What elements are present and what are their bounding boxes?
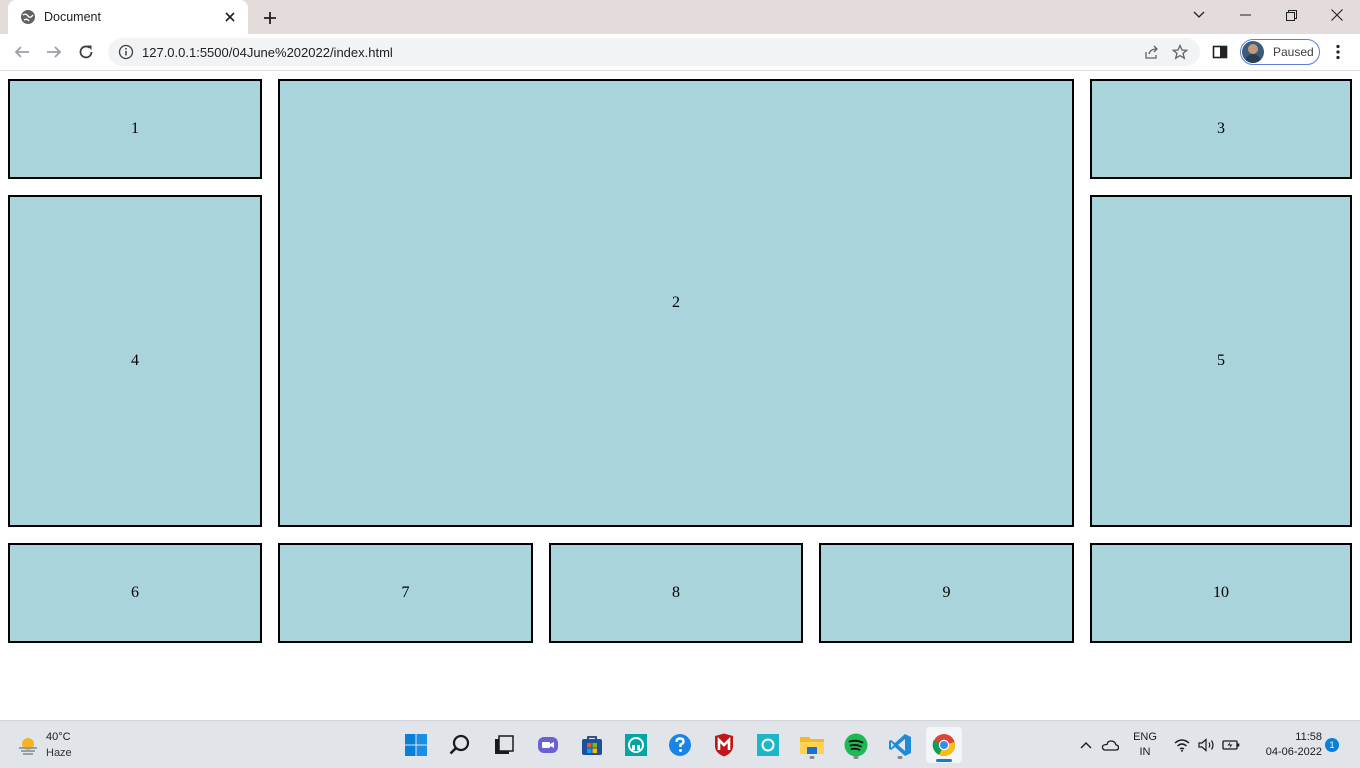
browser-toolbar: 127.0.0.1:5500/04June%202022/index.html … bbox=[0, 34, 1360, 71]
grid-box-6: 6 bbox=[8, 543, 262, 643]
globe-icon bbox=[21, 10, 35, 24]
restore-icon[interactable] bbox=[1268, 0, 1314, 30]
side-panel-icon[interactable] bbox=[1206, 38, 1234, 66]
grid-box-3: 3 bbox=[1090, 79, 1352, 179]
haze-sun-icon bbox=[19, 738, 37, 755]
taskbar: 40°C Haze ENG IN 11:58 04-06-2022 1 bbox=[0, 720, 1360, 768]
url-text: 127.0.0.1:5500/04June%202022/index.html bbox=[142, 44, 393, 60]
more-menu-icon[interactable] bbox=[1324, 38, 1352, 66]
clock[interactable]: 11:58 04-06-2022 bbox=[1250, 730, 1322, 760]
region-code: IN bbox=[1139, 746, 1151, 758]
weather-temperature: 40°C bbox=[46, 731, 71, 743]
tab-search-chevron-down-icon[interactable] bbox=[1176, 0, 1222, 30]
active-indicator bbox=[936, 759, 952, 762]
volume-icon[interactable] bbox=[1196, 729, 1218, 761]
chevron-up-icon[interactable] bbox=[1076, 729, 1096, 761]
grid-box-10: 10 bbox=[1090, 543, 1352, 643]
profile-button[interactable]: Paused bbox=[1240, 39, 1320, 65]
running-indicator bbox=[809, 756, 815, 759]
grid-box-4: 4 bbox=[8, 195, 262, 527]
back-arrow-icon[interactable] bbox=[8, 38, 36, 66]
windows-start-icon[interactable] bbox=[400, 729, 432, 761]
clock-date: 04-06-2022 bbox=[1265, 746, 1322, 758]
language-indicator[interactable]: ENG IN bbox=[1128, 730, 1162, 760]
running-indicator bbox=[897, 756, 903, 759]
weather-condition: Haze bbox=[46, 747, 72, 759]
vscode-icon[interactable] bbox=[884, 729, 916, 761]
teams-chat-icon[interactable] bbox=[532, 729, 564, 761]
weather-widget[interactable]: 40°C Haze bbox=[16, 729, 72, 761]
grid-box-5: 5 bbox=[1090, 195, 1352, 527]
running-indicator bbox=[853, 756, 859, 759]
close-window-icon[interactable] bbox=[1314, 0, 1360, 30]
reload-icon[interactable] bbox=[72, 38, 100, 66]
new-tab-icon[interactable] bbox=[258, 6, 282, 30]
clock-time: 11:58 bbox=[1295, 731, 1322, 743]
file-explorer-icon[interactable] bbox=[796, 729, 828, 761]
search-icon[interactable] bbox=[444, 729, 476, 761]
grid-box-9: 9 bbox=[819, 543, 1074, 643]
chrome-icon[interactable] bbox=[926, 727, 962, 763]
grid-box-8: 8 bbox=[549, 543, 803, 643]
notification-badge[interactable]: 1 bbox=[1325, 738, 1339, 752]
address-bar[interactable]: 127.0.0.1:5500/04June%202022/index.html bbox=[108, 38, 1200, 66]
grid-box-7: 7 bbox=[278, 543, 533, 643]
profile-status: Paused bbox=[1273, 45, 1314, 59]
onedrive-cloud-icon[interactable] bbox=[1098, 729, 1122, 761]
tab-title: Document bbox=[44, 10, 101, 24]
site-info-icon[interactable] bbox=[118, 44, 134, 60]
forward-arrow-icon[interactable] bbox=[40, 38, 68, 66]
tab-close-icon[interactable] bbox=[220, 7, 240, 27]
alexa-icon[interactable] bbox=[752, 729, 784, 761]
bookmark-star-icon[interactable] bbox=[1166, 38, 1194, 66]
minimize-icon[interactable] bbox=[1222, 0, 1268, 30]
store-icon[interactable] bbox=[576, 729, 608, 761]
spotify-icon[interactable] bbox=[840, 729, 872, 761]
avatar bbox=[1242, 41, 1264, 63]
battery-charging-icon[interactable] bbox=[1220, 729, 1242, 761]
language-code: ENG bbox=[1133, 731, 1157, 743]
task-view-icon[interactable] bbox=[488, 729, 520, 761]
tab-strip: Document bbox=[0, 0, 1360, 34]
wifi-icon[interactable] bbox=[1172, 729, 1192, 761]
grid-box-1: 1 bbox=[8, 79, 262, 179]
tab-document[interactable]: Document bbox=[8, 0, 248, 34]
share-icon[interactable] bbox=[1138, 38, 1166, 66]
mcafee-shield-icon[interactable] bbox=[708, 729, 740, 761]
grid-box-2: 2 bbox=[278, 79, 1074, 527]
app-teal-headset-icon[interactable] bbox=[620, 729, 652, 761]
help-icon[interactable] bbox=[664, 729, 696, 761]
